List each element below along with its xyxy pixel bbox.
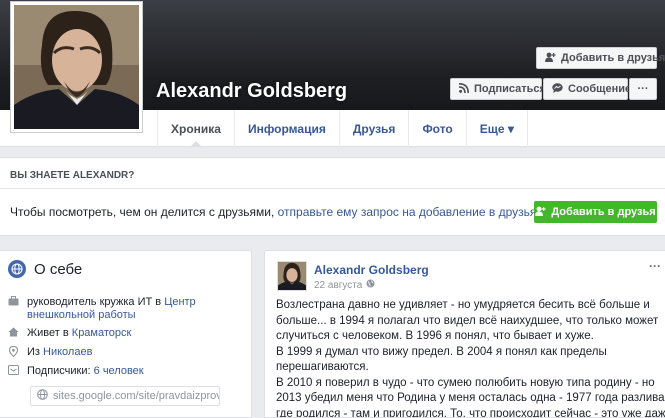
- post-line: В 1999 я думал что вижу предел. В 2004 я…: [276, 345, 607, 358]
- work-prefix: руководитель кружка ИТ в: [27, 296, 162, 308]
- message-button[interactable]: Сообщение: [543, 78, 632, 100]
- post-date: 22 августа: [314, 279, 375, 291]
- post-body: Возлестрана давно не удивляет - но умудр…: [276, 298, 665, 418]
- about-work-text: руководитель кружка ИТ в Центр внешкольн…: [27, 296, 196, 322]
- do-you-know-prefix: Чтобы посмотреть, чем он делится с друзь…: [10, 205, 275, 219]
- rss-icon: [458, 82, 469, 96]
- post-line: перешагиваются.: [276, 361, 369, 373]
- globe-icon: [8, 260, 26, 278]
- about-followers-text: Подписчики: 6 человек: [27, 365, 144, 379]
- link-icon: [37, 389, 48, 403]
- about-followers: Подписчики: 6 человек: [7, 365, 144, 379]
- tab-timeline[interactable]: Хроника: [157, 110, 234, 147]
- from-prefix: Из: [27, 346, 40, 358]
- followers-prefix: Подписчики:: [27, 365, 91, 377]
- post-date-text[interactable]: 22 августа: [314, 280, 362, 291]
- add-friend-icon: [535, 206, 546, 219]
- followers-icon: [7, 365, 19, 379]
- more-actions-label: ···: [637, 83, 649, 95]
- tab-about[interactable]: Информация: [233, 110, 339, 147]
- add-friend-icon: [545, 52, 556, 65]
- from-city-link[interactable]: Николаев: [43, 346, 92, 358]
- send-request-link[interactable]: отправьте ему запрос на добавление в дру…: [278, 205, 537, 219]
- post-author-name[interactable]: Alexandr Goldsberg: [314, 263, 429, 277]
- add-friend-label: Добавить в друзья: [561, 52, 665, 64]
- tab-friends[interactable]: Друзья: [338, 110, 409, 147]
- add-friend-green-label: Добавить в друзья: [551, 206, 656, 218]
- post-line: где родился - там и пригодился. То, что …: [276, 407, 665, 418]
- add-friend-button[interactable]: Добавить в друзья: [536, 47, 665, 69]
- message-icon: [552, 82, 563, 96]
- message-label: Сообщение: [568, 83, 632, 95]
- workplace-link-2[interactable]: внешкольной работы: [27, 309, 136, 321]
- tab-more[interactable]: Еще ▾: [465, 110, 528, 147]
- post-options-button[interactable]: ···: [649, 259, 661, 273]
- briefcase-icon: [7, 296, 19, 322]
- subscribe-label: Подписаться: [474, 83, 546, 95]
- about-heading: О себе: [8, 260, 82, 278]
- website-link[interactable]: sites.google.com/site/pravdaizprovincii: [30, 386, 220, 406]
- about-title: О себе: [34, 260, 83, 278]
- lives-city-link[interactable]: Краматорск: [72, 327, 132, 339]
- divider: [0, 188, 665, 189]
- add-friend-green-button[interactable]: Добавить в друзья: [534, 201, 657, 223]
- do-you-know-panel: ВЫ ЗНАЕТЕ ALEXANDR? Чтобы посмотреть, че…: [0, 157, 665, 236]
- about-work: руководитель кружка ИТ в Центр внешкольн…: [7, 296, 196, 322]
- profile-photo-image: [14, 5, 139, 129]
- about-lives: Живет в Краматорск: [7, 327, 131, 341]
- about-from: Из Николаев: [7, 345, 92, 361]
- home-icon: [7, 327, 19, 341]
- do-you-know-text: Чтобы посмотреть, чем он делится с друзь…: [10, 205, 540, 219]
- workplace-link[interactable]: Центр: [164, 296, 196, 308]
- timeline-post: Alexandr Goldsberg 22 августа ··· Возлес…: [264, 250, 665, 418]
- lives-prefix: Живет в: [27, 327, 69, 339]
- post-line: больше... в 1994 я полагал что видел всё…: [276, 314, 659, 327]
- profile-name: Alexandr Goldsberg: [156, 80, 348, 102]
- followers-count-link[interactable]: 6 человек: [94, 365, 144, 377]
- profile-picture[interactable]: [10, 1, 143, 133]
- do-you-know-heading: ВЫ ЗНАЕТЕ ALEXANDR?: [10, 170, 135, 181]
- post-line: 2013 убедил меня что Родина у меня остал…: [276, 392, 665, 404]
- post-line: В 2010 я поверил в чудо - что сумею полю…: [276, 376, 655, 389]
- tab-photos[interactable]: Фото: [408, 110, 465, 147]
- about-from-text: Из Николаев: [27, 346, 92, 361]
- avatar-image: [278, 262, 306, 290]
- location-pin-icon: [7, 345, 19, 361]
- subscribe-button[interactable]: Подписаться: [450, 78, 546, 100]
- public-globe-icon: [366, 279, 375, 291]
- profile-tabs: Хроника Информация Друзья Фото Еще ▾: [157, 110, 528, 147]
- post-line: случиться с человеком. В 1996 я понял, ч…: [276, 330, 594, 342]
- post-author-avatar[interactable]: [277, 261, 307, 291]
- about-lives-text: Живет в Краматорск: [27, 327, 131, 341]
- more-actions-button[interactable]: ···: [629, 78, 657, 100]
- post-line: Возлестрана давно не удивляет - но умудр…: [276, 299, 650, 311]
- website-url: sites.google.com/site/pravdaizprovincii: [53, 390, 220, 402]
